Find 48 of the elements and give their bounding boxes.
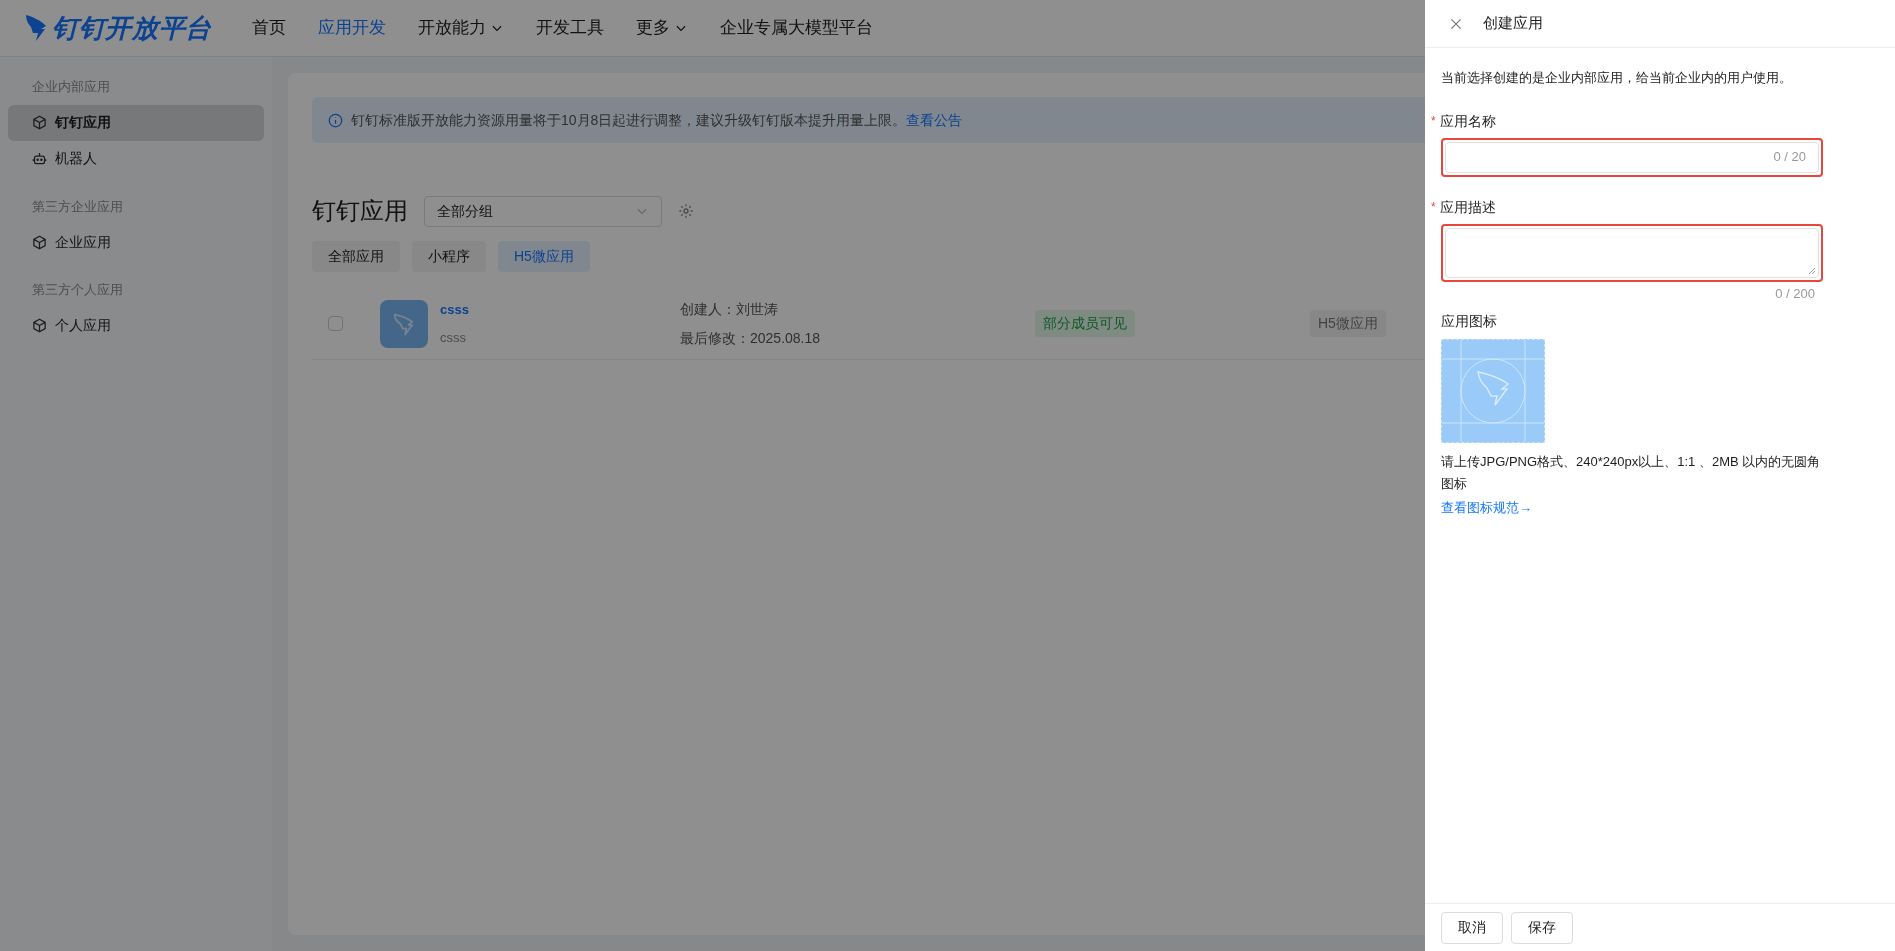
required-mark: * — [1431, 199, 1436, 216]
app-type-tag: H5微应用 — [1310, 310, 1386, 337]
field-label: 应用名称 — [1439, 111, 1496, 131]
nav-link[interactable]: 企业专属大模型平台 — [719, 15, 873, 41]
filter-tab[interactable]: 全部应用 — [312, 241, 400, 272]
row-checkbox[interactable] — [328, 316, 343, 331]
footer-button[interactable]: 保存 — [1511, 911, 1573, 944]
upload-hint: 请上传JPG/PNG格式、240*240px以上、1:1 、2MB 以内的无圆角图标 — [1441, 453, 1822, 493]
wing-logo-icon — [24, 13, 48, 43]
nav-link[interactable]: 开放能力 — [417, 15, 504, 41]
sidebar-item[interactable]: 机器人 — [8, 140, 264, 177]
resize-handle-icon — [1808, 266, 1816, 275]
character-counter: 0 / 20 — [1773, 148, 1806, 167]
visibility-tag: 部分成员可见 — [1035, 310, 1135, 337]
filter-tab[interactable]: 小程序 — [412, 241, 486, 272]
nav-link[interactable]: 更多 — [635, 15, 688, 41]
group-select[interactable]: 全部分组 — [424, 195, 662, 227]
field-label: 应用图标 — [1441, 312, 1498, 331]
icon-upload-preview[interactable] — [1441, 339, 1545, 443]
info-icon — [328, 112, 343, 128]
page-title: 钉钉应用 — [312, 196, 408, 226]
app-description: csss — [440, 328, 467, 347]
nav-link[interactable]: 首页 — [251, 15, 286, 41]
nav-link[interactable]: 应用开发 — [317, 15, 386, 41]
sidebar-item[interactable]: 个人应用 — [8, 307, 264, 344]
notice-text: 钉钉标准版开放能力资源用量将于10月8日起进行调整，建议升级钉钉版本提升用量上限。 — [351, 110, 907, 130]
icon-spec-link[interactable]: 查看图标规范→ — [1441, 500, 1532, 515]
creator-text: 创建人：刘世涛 — [680, 299, 779, 319]
field-label: 应用描述 — [1439, 197, 1496, 217]
nav-link[interactable]: 开发工具 — [535, 15, 604, 41]
drawer-intro: 当前选择创建的是企业内部应用，给当前企业内的用户使用。 — [1441, 69, 1793, 87]
modified-text: 最后修改：2025.08.18 — [680, 328, 822, 348]
robot-icon — [32, 151, 47, 166]
sidebar-group-title: 企业内部应用 — [31, 78, 111, 96]
cube-icon — [32, 318, 47, 333]
character-counter: 0 / 200 — [1775, 284, 1815, 303]
app-name-input[interactable]: 0 / 20 — [1445, 141, 1819, 173]
cube-icon — [32, 115, 47, 130]
required-mark: * — [1431, 113, 1436, 130]
sidebar-item[interactable]: 企业应用 — [8, 224, 264, 260]
close-icon[interactable] — [1449, 16, 1463, 31]
settings-icon[interactable] — [678, 203, 694, 219]
logo-text: 钉钉开放平台 — [52, 11, 212, 45]
footer-button[interactable]: 取消 — [1441, 911, 1503, 944]
drawer-title: 创建应用 — [1483, 13, 1543, 34]
app-name-link[interactable]: csss — [440, 300, 680, 320]
cube-icon — [32, 234, 47, 250]
sidebar-item[interactable]: 钉钉应用 — [8, 104, 264, 141]
